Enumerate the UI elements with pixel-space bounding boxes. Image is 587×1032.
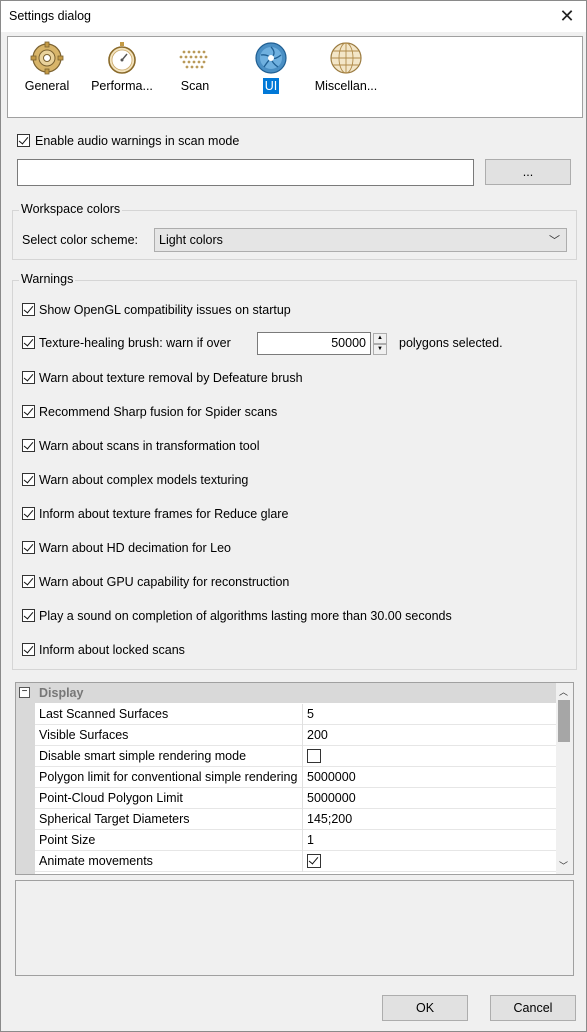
locked-scans-checkbox[interactable]	[22, 643, 35, 656]
property-row[interactable]: Disable smart simple rendering mode	[35, 746, 556, 767]
property-key: Point-Cloud Polygon Limit	[39, 791, 183, 805]
property-value[interactable]: 5	[307, 707, 314, 721]
aperture-icon	[255, 42, 287, 74]
warning-checkbox[interactable]	[22, 405, 35, 418]
sound-completion-label: Play a sound on completion of algorithms…	[39, 609, 452, 623]
tab-general[interactable]: General	[21, 39, 73, 99]
dot-matrix-icon	[179, 50, 208, 69]
tab-label: Miscellan...	[314, 79, 378, 93]
polygon-threshold-spinner[interactable]: ▲ ▼	[373, 333, 387, 355]
tab-label: UI	[262, 78, 280, 94]
tab-label: Performa...	[91, 79, 153, 93]
warning-label: Inform about texture frames for Reduce g…	[39, 507, 289, 521]
warning-label: Warn about scans in transformation tool	[39, 439, 260, 453]
color-scheme-value: Light colors	[159, 233, 223, 247]
property-description-panel	[15, 880, 574, 976]
tab-performance[interactable]: Performa...	[87, 39, 157, 99]
stopwatch-icon	[108, 42, 136, 74]
opengl-warning-label: Show OpenGL compatibility issues on star…	[39, 303, 291, 317]
property-row[interactable]: Animate movements	[35, 851, 556, 872]
scroll-down-icon[interactable]: ﹀	[559, 859, 568, 872]
category-name: Display	[39, 686, 84, 700]
polygon-threshold-input[interactable]: 50000	[257, 332, 371, 355]
tab-label: General	[24, 79, 70, 93]
property-key: Visible Surfaces	[39, 728, 129, 742]
tab-miscellaneous[interactable]: Miscellan...	[310, 39, 382, 99]
tab-ui[interactable]: UI	[253, 39, 289, 99]
scroll-up-icon[interactable]: ︿	[559, 685, 568, 698]
cancel-button[interactable]: Cancel	[490, 995, 576, 1021]
property-row[interactable]: Point-Cloud Polygon Limit 5000000	[35, 788, 556, 809]
tab-label: Scan	[180, 79, 210, 93]
property-key: Polygon limit for conventional simple re…	[39, 770, 298, 784]
spin-up-icon[interactable]: ▲	[373, 333, 387, 344]
workspace-colors-legend: Workspace colors	[19, 202, 123, 216]
title-bar: Settings dialog ✕	[1, 1, 586, 32]
property-grid: − Display Last Scanned Surfaces 5 Visibl…	[15, 682, 574, 875]
texture-brush-suffix: polygons selected.	[399, 336, 503, 350]
tab-scan[interactable]: Scan	[174, 39, 216, 99]
grid-gutter	[16, 683, 35, 874]
property-row[interactable]: Polygon limit for conventional simple re…	[35, 767, 556, 788]
grid-scrollbar[interactable]: ︿ ﹀	[556, 683, 573, 874]
globe-icon	[330, 42, 362, 74]
polygon-threshold-value: 50000	[331, 336, 366, 350]
property-key: Animate movements	[39, 854, 153, 868]
warning-checkbox[interactable]	[22, 439, 35, 452]
warning-label: Recommend Sharp fusion for Spider scans	[39, 405, 278, 419]
settings-tabs: General Performa... Scan UI Miscellan...	[7, 36, 583, 118]
warning-label: Warn about texture removal by Defeature …	[39, 371, 303, 385]
window-title: Settings dialog	[9, 9, 92, 23]
audio-warnings-checkbox[interactable]	[17, 134, 30, 147]
warning-checkbox[interactable]	[22, 507, 35, 520]
warning-checkbox[interactable]	[22, 371, 35, 384]
sound-completion-checkbox[interactable]	[22, 609, 35, 622]
settings-dialog: Settings dialog ✕ General Performa... Sc…	[0, 0, 587, 1032]
opengl-warning-checkbox[interactable]	[22, 303, 35, 316]
property-value[interactable]: 145;200	[307, 812, 352, 826]
property-value[interactable]: 5000000	[307, 770, 356, 784]
collapse-icon[interactable]: −	[19, 687, 30, 698]
property-row[interactable]: Spherical Target Diameters 145;200	[35, 809, 556, 830]
texture-brush-checkbox[interactable]	[22, 336, 35, 349]
warning-label: Warn about GPU capability for reconstruc…	[39, 575, 290, 589]
property-value[interactable]: 1	[307, 833, 314, 847]
property-row[interactable]: Visible Surfaces 200	[35, 725, 556, 746]
gear-icon	[30, 41, 64, 75]
property-value[interactable]: 200	[307, 728, 328, 742]
warning-checkbox[interactable]	[22, 541, 35, 554]
warning-label: Warn about HD decimation for Leo	[39, 541, 231, 555]
warnings-legend: Warnings	[19, 272, 76, 286]
audio-file-input[interactable]	[17, 159, 474, 186]
audio-warnings-label: Enable audio warnings in scan mode	[35, 134, 240, 148]
chevron-down-icon: ﹀	[549, 235, 560, 247]
category-display[interactable]: − Display	[16, 683, 556, 703]
property-row[interactable]: Last Scanned Surfaces 5	[35, 704, 556, 725]
property-value[interactable]: 5000000	[307, 791, 356, 805]
locked-scans-label: Inform about locked scans	[39, 643, 185, 657]
browse-button[interactable]: ...	[485, 159, 571, 185]
warning-checkbox[interactable]	[22, 575, 35, 588]
texture-brush-label: Texture-healing brush: warn if over	[39, 336, 231, 350]
animate-movements-checkbox[interactable]	[307, 854, 321, 868]
color-scheme-label: Select color scheme:	[22, 233, 139, 247]
property-key: Disable smart simple rendering mode	[39, 749, 247, 763]
warning-checkbox[interactable]	[22, 473, 35, 486]
property-key: Last Scanned Surfaces	[39, 707, 169, 721]
warning-label: Warn about complex models texturing	[39, 473, 249, 487]
scrollbar-thumb[interactable]	[558, 700, 570, 742]
close-icon[interactable]: ✕	[554, 4, 580, 28]
property-key: Point Size	[39, 833, 96, 847]
spin-down-icon[interactable]: ▼	[373, 344, 387, 355]
color-scheme-select[interactable]: Light colors ﹀	[154, 228, 567, 252]
property-key: Spherical Target Diameters	[39, 812, 190, 826]
property-row[interactable]: Point Size 1	[35, 830, 556, 851]
smart-rendering-checkbox[interactable]	[307, 749, 321, 763]
ok-button[interactable]: OK	[382, 995, 468, 1021]
